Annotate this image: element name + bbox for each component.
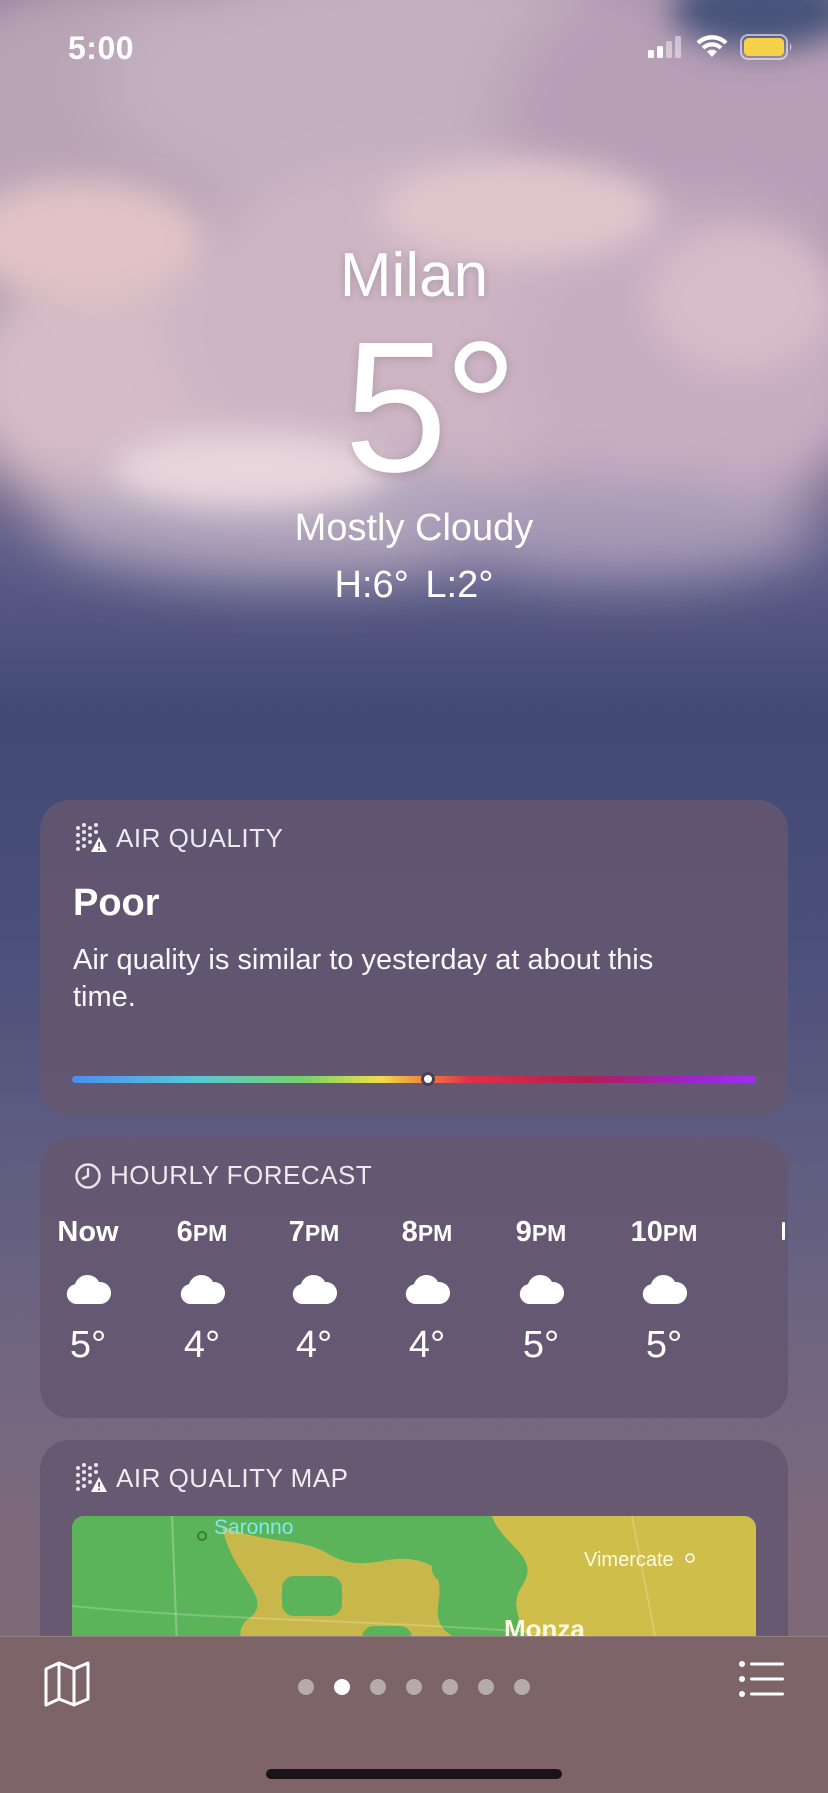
hour-temperature: 4°	[295, 1324, 333, 1366]
condition-text: Mostly Cloudy	[294, 507, 534, 549]
hour-label: 6PM	[147, 1216, 257, 1256]
hourly-item: 7PM 4°	[259, 1216, 369, 1367]
air-quality-level: Poor	[73, 882, 160, 924]
hour-time: Now	[57, 1216, 119, 1248]
page-indicator[interactable]	[0, 1679, 828, 1695]
hour-temperature: 4°	[408, 1324, 446, 1366]
hour-temperature: 5°	[522, 1324, 560, 1366]
hour-suffix: PM	[417, 1220, 453, 1246]
signal-icon	[648, 36, 681, 58]
hourly-list[interactable]: Now 5° 6PM 4° 7PM 4° 8PM 4° 9PM 5° 10PM 5°	[40, 1216, 788, 1406]
clock-icon	[75, 1162, 101, 1189]
air-quality-card[interactable]: AIR QUALITY Poor Air quality is similar …	[40, 800, 788, 1116]
next-hour-peek	[782, 1216, 788, 1252]
hourly-item: 8PM 4°	[372, 1216, 482, 1367]
page-dot[interactable]	[406, 1679, 422, 1695]
air-quality-header: AIR QUALITY	[74, 822, 283, 854]
cloud-icon	[33, 1256, 143, 1324]
hourly-forecast-title: HOURLY FORECAST	[110, 1160, 373, 1190]
cloud-icon	[609, 1256, 719, 1324]
hourly-item: 6PM 4°	[147, 1216, 257, 1367]
air-quality-indicator	[420, 1072, 435, 1086]
hour-time: 8	[401, 1216, 418, 1248]
hour-suffix: PM	[531, 1220, 567, 1246]
map-label-saronno: Saronno	[214, 1516, 293, 1539]
cloud-icon	[259, 1256, 369, 1324]
page-dot[interactable]	[370, 1679, 386, 1695]
hourly-item: Now 5°	[33, 1216, 143, 1367]
hour-suffix: PM	[304, 1220, 340, 1246]
air-quality-icon	[76, 1463, 107, 1492]
status-bar: 5:00	[0, 0, 828, 100]
air-quality-icon	[76, 823, 107, 852]
air-quality-map-title: AIR QUALITY MAP	[116, 1462, 349, 1493]
current-temperature: 5°	[344, 304, 518, 511]
hour-time: 7	[288, 1216, 305, 1248]
city-list-button[interactable]	[738, 1659, 786, 1704]
hourly-forecast-header: HOURLY FORECAST	[74, 1160, 372, 1191]
hour-temperature: 5°	[645, 1324, 683, 1366]
hourly-forecast-card[interactable]: HOURLY FORECAST Now 5° 6PM 4° 7PM 4° 8PM 4° 9PM 5…	[40, 1138, 788, 1418]
map-label-vimercate: Vimercate	[584, 1549, 674, 1571]
air-quality-title: AIR QUALITY	[116, 822, 284, 853]
page-dot[interactable]	[298, 1679, 314, 1695]
air-quality-scale	[72, 1072, 756, 1086]
cloud-icon	[486, 1256, 596, 1324]
current-weather: Milan 5° Mostly Cloudy H:6° L:2°	[0, 240, 828, 607]
hour-label: Now	[33, 1216, 143, 1256]
hour-time: 10	[630, 1216, 663, 1248]
cloud-icon	[147, 1256, 257, 1324]
hour-temperature: 4°	[183, 1324, 221, 1366]
page-dot[interactable]	[442, 1679, 458, 1695]
home-indicator[interactable]	[266, 1769, 562, 1779]
status-time: 5:00	[68, 30, 135, 66]
list-icon	[739, 1661, 784, 1697]
cloud-icon	[372, 1256, 482, 1324]
hour-temperature: 5°	[69, 1324, 107, 1366]
page-dot[interactable]	[478, 1679, 494, 1695]
hourly-item: 9PM 5°	[486, 1216, 596, 1367]
hour-label: 10PM	[609, 1216, 719, 1256]
hourly-item: 10PM 5°	[609, 1216, 719, 1367]
high-low-text: H:6° L:2°	[334, 564, 494, 606]
hour-suffix: PM	[662, 1220, 698, 1246]
hour-time: 6	[176, 1216, 193, 1248]
air-quality-description: Air quality is similar to yesterday at a…	[73, 944, 654, 1013]
battery-icon	[740, 34, 792, 60]
page-dot[interactable]	[334, 1679, 350, 1695]
air-quality-map-header: AIR QUALITY MAP	[74, 1462, 348, 1494]
hour-label: 9PM	[486, 1216, 596, 1256]
hour-time: 9	[515, 1216, 532, 1248]
page-dot[interactable]	[514, 1679, 530, 1695]
status-icons	[648, 34, 794, 60]
wifi-icon	[696, 35, 728, 57]
city-name: Milan	[339, 241, 489, 310]
hour-label: 7PM	[259, 1216, 369, 1256]
bottom-toolbar	[0, 1636, 828, 1793]
hour-label: 8PM	[372, 1216, 482, 1256]
hour-suffix: PM	[192, 1220, 228, 1246]
